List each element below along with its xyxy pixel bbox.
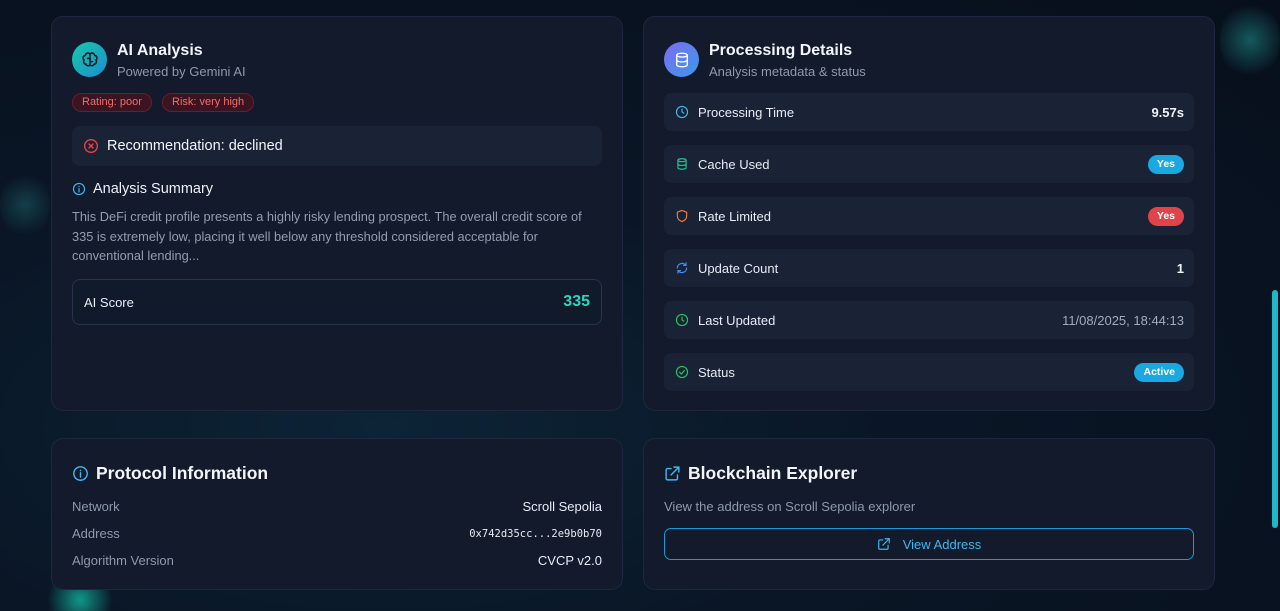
protocol-row-address: Address 0x742d35cc...2e9b0b70 bbox=[72, 526, 602, 541]
processing-details-title: Processing Details bbox=[709, 42, 853, 59]
update-count-label: Update Count bbox=[698, 260, 779, 276]
ai-analysis-card: AI Analysis Powered by Gemini AI Rating:… bbox=[51, 16, 623, 411]
check-circle-icon bbox=[675, 365, 689, 379]
blockchain-explorer-label: Blockchain Explorer bbox=[688, 463, 858, 483]
ai-analysis-title: AI Analysis bbox=[117, 42, 203, 59]
algorithm-version-label: Algorithm Version bbox=[72, 553, 174, 568]
recommendation-box: Recommendation: declined bbox=[72, 126, 602, 166]
ai-score-value: 335 bbox=[563, 293, 590, 310]
blockchain-explorer-card: Blockchain Explorer View the address on … bbox=[643, 438, 1215, 590]
protocol-information-card: Protocol Information Network Scroll Sepo… bbox=[51, 438, 623, 590]
protocol-row-network: Network Scroll Sepolia bbox=[72, 499, 602, 514]
x-circle-icon bbox=[83, 138, 99, 154]
page-scrollbar[interactable] bbox=[1270, 0, 1280, 611]
algorithm-version-value: CVCP v2.0 bbox=[537, 553, 602, 568]
last-updated-label: Last Updated bbox=[698, 312, 776, 328]
status-badge: Active bbox=[1134, 362, 1184, 382]
cache-used-label: Cache Used bbox=[698, 156, 770, 172]
external-link-icon bbox=[877, 537, 891, 551]
last-updated-value: 11/08/2025, 18:44:13 bbox=[1062, 312, 1184, 328]
shield-icon bbox=[675, 209, 689, 223]
info-icon bbox=[72, 465, 89, 482]
processing-row-update-count: Update Count 1 bbox=[664, 249, 1194, 287]
processing-row-status: Status Active bbox=[664, 353, 1194, 391]
status-label: Status bbox=[698, 364, 735, 380]
cache-used-badge: Yes bbox=[1147, 154, 1184, 174]
analysis-summary-text: This DeFi credit profile presents a high… bbox=[72, 209, 582, 264]
processing-row-last-updated: Last Updated 11/08/2025, 18:44:13 bbox=[664, 301, 1194, 339]
update-count-value: 1 bbox=[1176, 260, 1184, 276]
database-icon bbox=[664, 42, 699, 77]
processing-time-value: 9.57s bbox=[1151, 104, 1184, 120]
address-label: Address bbox=[72, 526, 120, 541]
network-label: Network bbox=[72, 499, 120, 514]
database-icon bbox=[675, 157, 689, 171]
view-address-label: View Address bbox=[902, 536, 982, 552]
refresh-icon bbox=[675, 261, 689, 275]
view-address-button[interactable]: View Address bbox=[664, 528, 1194, 560]
brain-icon bbox=[72, 42, 107, 77]
analysis-summary-title: Analysis Summary bbox=[72, 181, 213, 197]
scrollbar-thumb[interactable] bbox=[1272, 290, 1278, 528]
processing-row-rate-limited: Rate Limited Yes bbox=[664, 197, 1194, 235]
ai-score-label: AI Score bbox=[84, 294, 134, 310]
external-link-icon bbox=[664, 465, 681, 482]
ai-analysis-subtitle: Powered by Gemini AI bbox=[117, 64, 246, 79]
processing-details-card: Processing Details Analysis metadata & s… bbox=[643, 16, 1215, 411]
clock-icon bbox=[675, 105, 689, 119]
protocol-row-algorithm: Algorithm Version CVCP v2.0 bbox=[72, 553, 602, 568]
recommendation-text: Recommendation: declined bbox=[107, 138, 283, 154]
ai-score-box: AI Score 335 bbox=[72, 279, 602, 325]
rating-badge: Rating: poor bbox=[72, 93, 152, 112]
processing-details-subtitle: Analysis metadata & status bbox=[709, 64, 866, 79]
clock-icon bbox=[675, 313, 689, 327]
explorer-description: View the address on Scroll Sepolia explo… bbox=[664, 499, 916, 514]
info-icon bbox=[72, 182, 86, 196]
processing-row-time: Processing Time 9.57s bbox=[664, 93, 1194, 131]
address-value[interactable]: 0x742d35cc...2e9b0b70 bbox=[469, 528, 602, 540]
risk-badge: Risk: very high bbox=[162, 93, 255, 112]
blockchain-explorer-title: Blockchain Explorer bbox=[664, 463, 857, 484]
protocol-information-label: Protocol Information bbox=[96, 463, 269, 483]
rate-limited-badge: Yes bbox=[1147, 206, 1184, 226]
processing-time-label: Processing Time bbox=[698, 104, 795, 120]
rate-limited-label: Rate Limited bbox=[698, 208, 771, 224]
network-value: Scroll Sepolia bbox=[522, 499, 603, 514]
processing-row-cache: Cache Used Yes bbox=[664, 145, 1194, 183]
analysis-summary-label: Analysis Summary bbox=[93, 181, 214, 197]
protocol-information-title: Protocol Information bbox=[72, 463, 268, 484]
